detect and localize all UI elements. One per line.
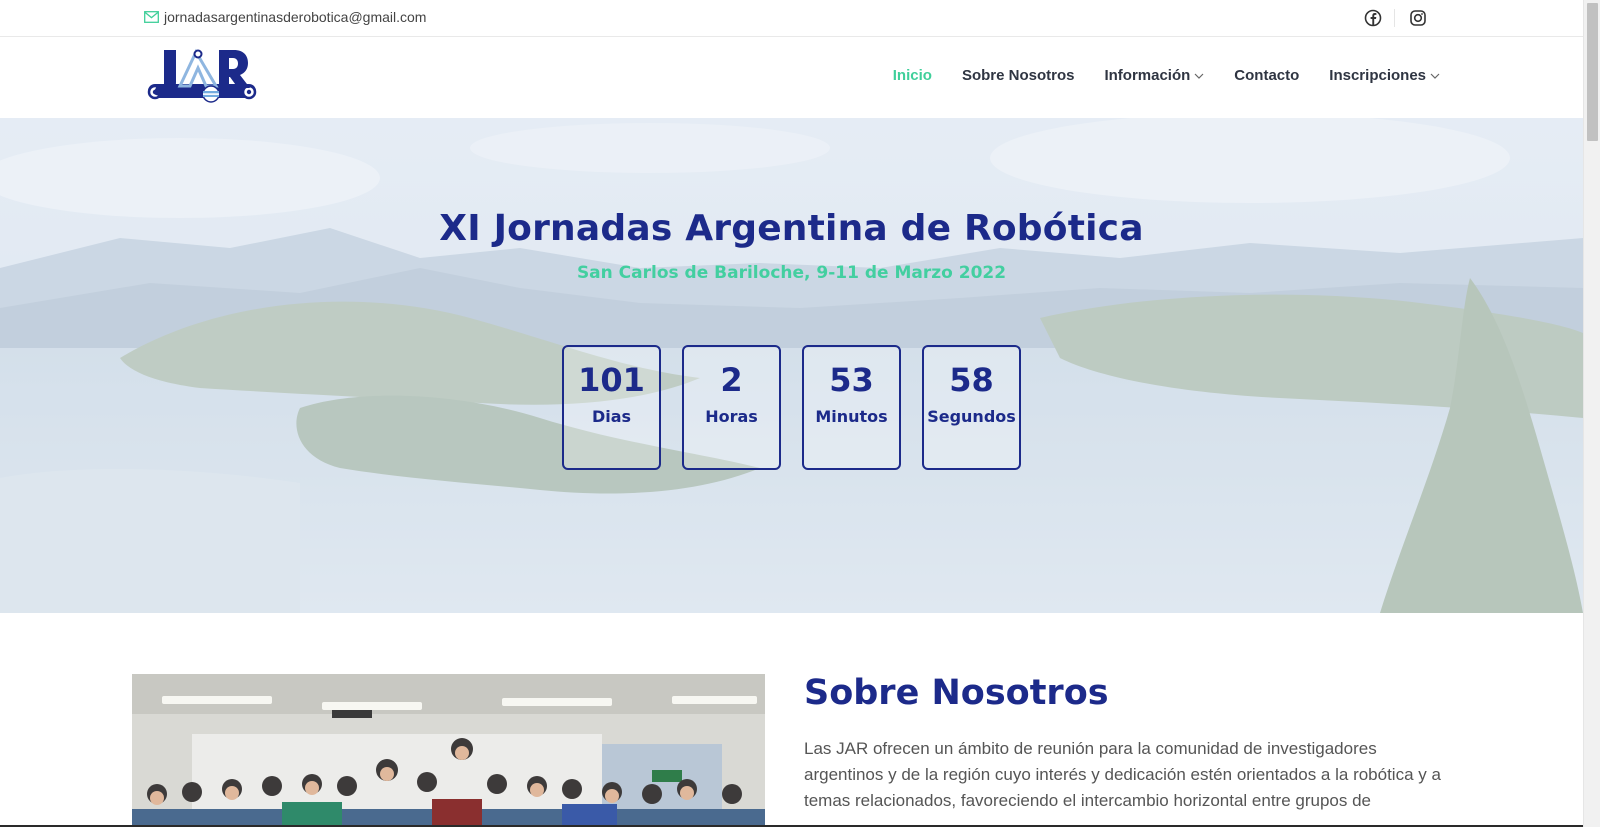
- countdown-label: Minutos: [815, 407, 888, 426]
- page: jornadasargentinasderobotica@gmail.com I…: [0, 0, 1583, 827]
- envelope-icon: [144, 11, 159, 23]
- countdown-hours: 2 Horas: [682, 345, 781, 470]
- countdown: 101 Dias 2 Horas 53 Minutos 58 Segundos: [562, 345, 1021, 470]
- countdown-minutes: 53 Minutos: [802, 345, 901, 470]
- nav-inscripciones[interactable]: Inscripciones: [1329, 67, 1440, 84]
- group-photo-image: [132, 674, 765, 827]
- nav-inicio-label: Inicio: [892, 67, 932, 84]
- about-text: Las JAR ofrecen un ámbito de reunión par…: [804, 739, 1441, 810]
- main-nav: Inicio Sobre Nosotros Información Contac…: [893, 67, 1440, 84]
- nav-inscripciones-label: Inscripciones: [1329, 67, 1426, 84]
- nav-contacto-label: Contacto: [1234, 67, 1300, 84]
- top-bar: jornadasargentinasderobotica@gmail.com: [0, 0, 1583, 37]
- countdown-label: Segundos: [927, 407, 1016, 426]
- main-header: Inicio Sobre Nosotros Información Contac…: [0, 38, 1583, 118]
- countdown-seconds: 58 Segundos: [922, 345, 1021, 470]
- countdown-value: 53: [829, 361, 874, 399]
- nav-sobre-nosotros[interactable]: Sobre Nosotros: [962, 67, 1075, 84]
- chevron-down-icon: [1430, 73, 1440, 79]
- chevron-down-icon: [1194, 73, 1204, 79]
- countdown-label: Horas: [705, 407, 758, 426]
- facebook-icon[interactable]: [1364, 9, 1382, 27]
- scrollbar-thumb[interactable]: [1587, 3, 1598, 141]
- page-scrollbar[interactable]: [1583, 0, 1600, 827]
- countdown-value: 2: [720, 361, 743, 399]
- countdown-value: 101: [578, 361, 645, 399]
- group-photo: [132, 674, 765, 827]
- hero-subtitle: San Carlos de Bariloche, 9-11 de Marzo 2…: [576, 263, 1007, 283]
- email-link[interactable]: jornadasargentinasderobotica@gmail.com: [144, 9, 426, 25]
- countdown-days: 101 Dias: [562, 345, 661, 470]
- nav-informacion-label: Información: [1104, 67, 1191, 84]
- nav-sobre-nosotros-label: Sobre Nosotros: [961, 67, 1075, 84]
- instagram-icon[interactable]: [1409, 9, 1427, 27]
- nav-inicio[interactable]: Inicio: [893, 67, 932, 84]
- hero-title: XI Jornadas Argentina de Robótica: [439, 208, 1144, 249]
- nav-informacion[interactable]: Información: [1104, 67, 1204, 84]
- divider: [1394, 9, 1395, 27]
- jar-logo[interactable]: [146, 46, 260, 106]
- countdown-label: Dias: [591, 407, 632, 426]
- email-text: jornadasargentinasderobotica@gmail.com: [164, 9, 427, 25]
- hero-section: XI Jornadas Argentina de Robótica San Ca…: [0, 118, 1583, 613]
- nav-contacto[interactable]: Contacto: [1234, 67, 1299, 84]
- about-title: Sobre Nosotros: [804, 673, 1109, 713]
- countdown-value: 58: [949, 361, 994, 399]
